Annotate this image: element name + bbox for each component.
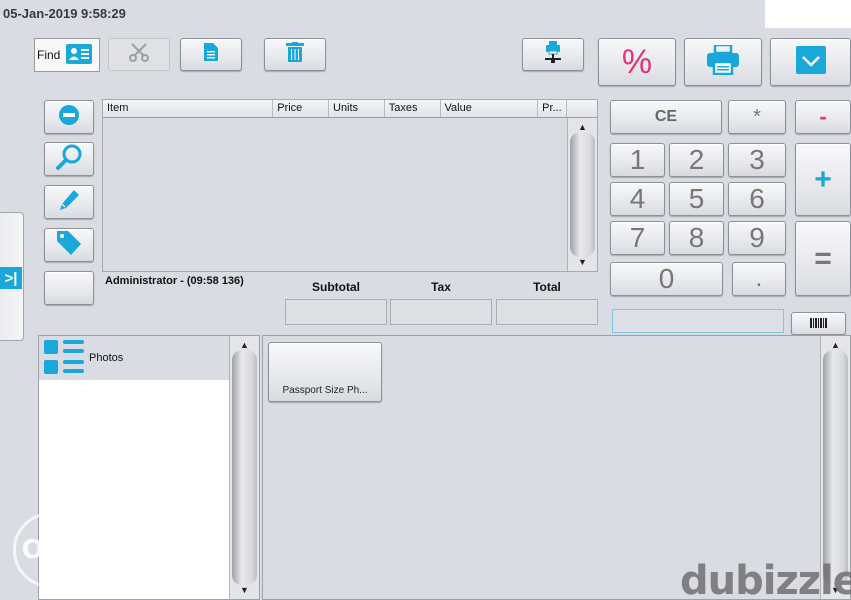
column-header-taxes[interactable]: Taxes <box>385 100 441 117</box>
tag-icon <box>56 230 82 261</box>
column-header-item[interactable]: Item <box>103 100 274 117</box>
discount-button[interactable]: % <box>598 38 676 86</box>
network-printer-icon <box>544 41 562 68</box>
subtotal-label: Subtotal <box>312 280 360 294</box>
ticket-lines-table[interactable]: Item Price Units Taxes Value Pr... ▲ ▼ <box>102 99 598 272</box>
find-customer-button[interactable]: Find <box>34 38 100 72</box>
attributes-button[interactable] <box>44 228 94 262</box>
new-ticket-button[interactable] <box>180 38 242 71</box>
checkmark-icon <box>795 45 826 79</box>
percent-icon: % <box>621 43 653 81</box>
product-button[interactable]: Passport Size Ph... <box>268 342 382 402</box>
trash-icon <box>286 42 304 67</box>
category-scrollbar[interactable]: ▲ ▼ <box>229 336 259 599</box>
network-print-button[interactable] <box>522 38 584 71</box>
key-dot[interactable]: . <box>732 262 786 296</box>
scroll-thumb[interactable] <box>570 132 595 257</box>
print-button[interactable] <box>684 38 762 86</box>
delete-ticket-button[interactable] <box>264 38 326 71</box>
key-1[interactable]: 1 <box>610 143 665 177</box>
amount-input[interactable] <box>612 309 784 333</box>
search-product-button[interactable] <box>44 142 94 176</box>
scroll-thumb[interactable] <box>232 350 257 585</box>
pay-button[interactable] <box>770 38 851 86</box>
clear-entry-button[interactable]: CE <box>610 100 722 134</box>
column-header-pr[interactable]: Pr... <box>538 100 567 117</box>
category-item-photos[interactable]: Photos <box>39 336 229 380</box>
olx-watermark: OLX <box>13 512 89 588</box>
key-4[interactable]: 4 <box>610 182 665 216</box>
tax-value <box>390 299 492 325</box>
expand-panel-icon: >| <box>0 267 22 289</box>
cut-button[interactable] <box>108 38 170 71</box>
table-header-corner <box>567 100 597 118</box>
column-header-units[interactable]: Units <box>329 100 385 117</box>
equals-button[interactable]: = <box>795 221 851 296</box>
side-panel-toggle[interactable]: >| <box>0 212 24 341</box>
scroll-thumb[interactable] <box>823 350 848 585</box>
ticket-scrollbar[interactable]: ▲ ▼ <box>567 118 597 271</box>
blank-action-button[interactable] <box>44 271 94 305</box>
category-list-icon <box>43 337 85 380</box>
subtotal-value <box>285 299 387 325</box>
table-header: Item Price Units Taxes Value Pr... <box>103 100 567 118</box>
edit-line-button[interactable] <box>44 185 94 219</box>
scissors-icon <box>128 42 150 67</box>
dubizzle-watermark: dubizzle <box>680 558 851 600</box>
datetime-label: 05-Jan-2019 9:58:29 <box>3 6 126 21</box>
search-icon <box>55 143 83 176</box>
plus-button[interactable]: + <box>795 143 851 216</box>
key-6[interactable]: 6 <box>728 182 786 216</box>
key-0[interactable]: 0 <box>610 262 723 296</box>
key-3[interactable]: 3 <box>728 143 786 177</box>
total-value <box>496 299 598 325</box>
category-label: Photos <box>89 352 124 364</box>
scroll-down-icon[interactable]: ▼ <box>230 583 259 597</box>
remove-line-button[interactable] <box>44 100 94 134</box>
multiply-button[interactable]: * <box>728 100 786 134</box>
key-5[interactable]: 5 <box>669 182 724 216</box>
key-9[interactable]: 9 <box>728 221 786 255</box>
user-session-label: Administrator - (09:58 136) <box>105 275 244 287</box>
remove-line-icon <box>58 104 80 131</box>
barcode-button[interactable] <box>791 312 846 335</box>
column-header-price[interactable]: Price <box>273 100 329 117</box>
total-label: Total <box>533 280 561 294</box>
edit-icon <box>58 189 80 216</box>
customer-card-icon <box>66 43 93 67</box>
barcode-icon <box>809 315 828 333</box>
find-label: Find <box>37 48 61 62</box>
printer-icon <box>707 43 739 80</box>
column-header-value[interactable]: Value <box>441 100 539 117</box>
tax-label: Tax <box>431 280 451 294</box>
document-icon <box>204 43 218 66</box>
key-2[interactable]: 2 <box>669 143 724 177</box>
minus-button[interactable]: - <box>795 100 851 134</box>
scroll-down-icon[interactable]: ▼ <box>568 255 597 269</box>
key-7[interactable]: 7 <box>610 221 665 255</box>
title-area <box>765 0 851 28</box>
key-8[interactable]: 8 <box>669 221 724 255</box>
